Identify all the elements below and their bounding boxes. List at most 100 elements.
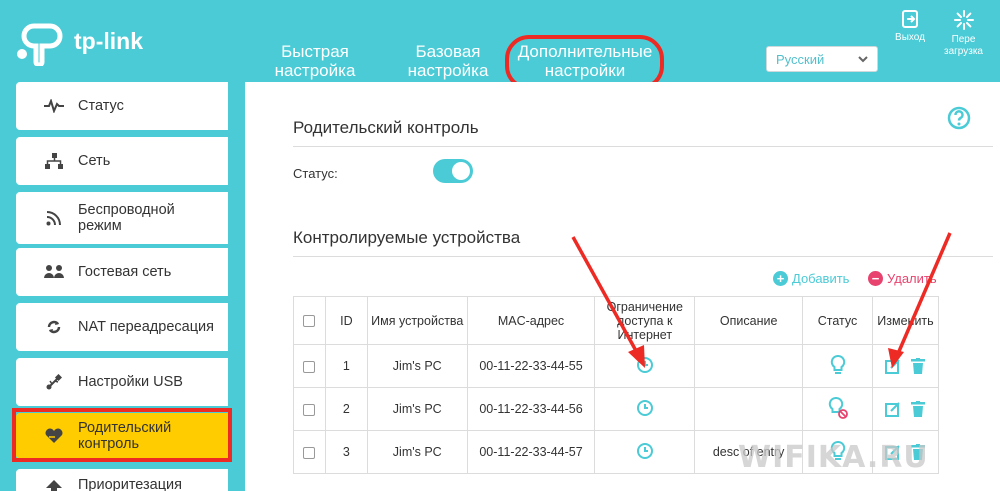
cell-description [694, 344, 804, 388]
logout-icon [902, 10, 918, 28]
column-header: Ограничение доступа к Интернет [594, 296, 696, 345]
clock-icon[interactable] [636, 356, 654, 374]
cell-id: 2 [324, 387, 368, 431]
cell-device-name: Jim's PC [366, 430, 468, 474]
sidebar-item-status[interactable]: Статус [16, 82, 228, 130]
help-icon[interactable] [947, 106, 971, 130]
cell-id: 3 [324, 430, 368, 474]
column-header: Имя устройства [366, 296, 468, 345]
table-header-row: ID Имя устройства MAC-адрес Ограничение … [293, 296, 940, 345]
select-all-cell [293, 296, 326, 345]
cell-status [802, 344, 873, 388]
section-title-devices: Контролируемые устройства [293, 228, 521, 247]
sidebar-item-label: Настройки USB [78, 374, 183, 390]
cell-device-name: Jim's PC [366, 387, 468, 431]
section-title-parental-control: Родительский контроль [293, 118, 479, 137]
sidebar-item-label: NAT переадресация [78, 319, 214, 335]
column-header: Описание [694, 296, 804, 345]
row-select-cell [293, 387, 326, 431]
watermark: WIFIKA.RU [738, 436, 929, 478]
row-select-cell [293, 344, 326, 388]
reboot-button[interactable]: Пере загрузка [936, 10, 991, 58]
sidebar-item-label: Беспроводной режим [78, 202, 175, 234]
chevron-down-icon [858, 56, 868, 63]
language-value: Русский [776, 52, 825, 67]
nat-icon [44, 317, 64, 337]
sidebar-item-label: Приоритезация [78, 477, 183, 491]
table-row: 1 Jim's PC 00-11-22-33-44-55 [293, 344, 940, 388]
cell-actions [871, 387, 940, 431]
plus-icon: + [773, 271, 788, 286]
sidebar-item-label: Гостевая сеть [78, 264, 172, 280]
watermark-text: WIFIKA.RU [738, 439, 929, 475]
add-device-button[interactable]: + Добавить [773, 271, 849, 286]
logout-button[interactable]: Выход [890, 10, 930, 44]
cell-status [802, 387, 873, 431]
delete-label: Удалить [887, 271, 937, 286]
language-select[interactable]: Русский [766, 46, 878, 72]
sidebar-item-guest-network[interactable]: Гостевая сеть [16, 248, 228, 296]
logout-label: Выход [895, 32, 925, 43]
logo-text: tp-link [74, 28, 143, 54]
network-icon [44, 151, 64, 171]
top-header: tp-link Быстрая настройка Базовая настро… [0, 0, 1000, 90]
tab-basic-setup[interactable]: Базовая настройка [398, 42, 498, 80]
column-header: Изменить [871, 296, 940, 345]
main-content: Родительский контроль Статус: Контролиру… [245, 82, 1000, 491]
tab-label-line1: Быстрая [281, 42, 349, 61]
sidebar-item-network[interactable]: Сеть [16, 137, 228, 185]
row-checkbox[interactable] [303, 360, 316, 373]
sidebar-item-wireless[interactable]: Беспроводной режим [16, 192, 228, 244]
cell-mac: 00-11-22-33-44-57 [466, 430, 596, 474]
reboot-label-line1: Пере [951, 34, 976, 45]
status-label: Статус: [293, 166, 338, 181]
trash-icon[interactable] [911, 358, 926, 374]
reboot-label-line2: загрузка [944, 46, 983, 57]
guest-network-icon [44, 262, 64, 282]
cell-actions [871, 344, 940, 388]
sidebar-item-label: Сеть [78, 153, 111, 169]
column-header: ID [324, 296, 368, 345]
cell-access-limit [594, 430, 696, 474]
delete-device-button[interactable]: − Удалить [868, 271, 937, 286]
edit-icon[interactable] [885, 358, 901, 374]
cell-device-name: Jim's PC [366, 344, 468, 388]
add-label: Добавить [792, 271, 850, 286]
clock-icon[interactable] [636, 442, 654, 460]
clock-icon[interactable] [636, 399, 654, 417]
pulse-icon [44, 96, 64, 116]
tab-label-line1: Базовая [415, 42, 481, 61]
cell-description [694, 387, 804, 431]
column-header: Статус [802, 296, 873, 345]
edit-icon[interactable] [885, 401, 901, 417]
bulb-icon [830, 354, 845, 374]
cell-id: 1 [324, 344, 368, 388]
divider [293, 146, 993, 147]
sidebar-item-usb[interactable]: Настройки USB [16, 358, 228, 406]
parental-control-toggle[interactable] [433, 159, 473, 183]
cell-mac: 00-11-22-33-44-56 [466, 387, 596, 431]
trash-icon[interactable] [911, 401, 926, 417]
cell-access-limit [594, 344, 696, 388]
sidebar-item-nat[interactable]: NAT переадресация [16, 303, 228, 351]
priority-icon [44, 477, 64, 491]
minus-icon: − [868, 271, 883, 286]
tp-link-logo[interactable]: tp-link [14, 22, 149, 66]
row-select-cell [293, 430, 326, 474]
usb-icon [44, 372, 64, 392]
row-checkbox[interactable] [303, 403, 316, 416]
row-checkbox[interactable] [303, 446, 316, 459]
tab-quick-setup[interactable]: Быстрая настройка [265, 42, 365, 80]
annotation-highlight-parental-control [12, 408, 232, 462]
divider [293, 256, 993, 257]
sidebar: Статус Сеть Беспроводной режим Гостевая … [0, 82, 245, 491]
sidebar-item-priority[interactable]: Приоритезация [16, 469, 228, 491]
tab-label-line2: настройка [407, 61, 489, 80]
select-all-checkbox[interactable] [303, 315, 316, 328]
bulb-blocked-icon [828, 396, 848, 419]
table-row: 2 Jim's PC 00-11-22-33-44-56 [293, 387, 940, 431]
cell-mac: 00-11-22-33-44-55 [466, 344, 596, 388]
sidebar-item-label: Статус [78, 98, 124, 114]
tp-link-logo-mark [17, 23, 63, 66]
column-header: MAC-адрес [466, 296, 596, 345]
